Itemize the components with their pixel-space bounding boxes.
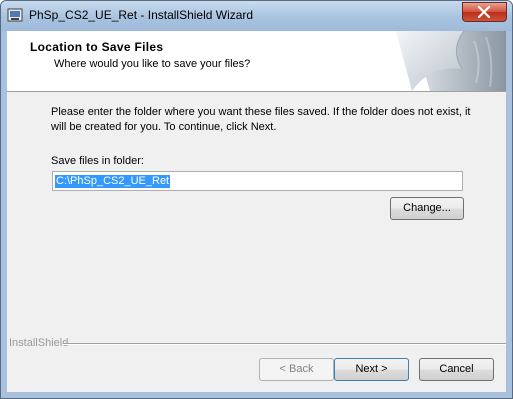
next-button[interactable]: Next > [334,358,409,381]
page-title: Location to Save Files [30,40,164,54]
save-folder-value: C:\PhSp_CS2_UE_Ret [55,175,171,188]
page-curl-graphic [396,31,506,91]
cancel-button[interactable]: Cancel [419,358,494,381]
installshield-brand-label: InstallShield [9,337,69,349]
save-folder-label: Save files in folder: [51,155,144,167]
page-subtitle: Where would you like to save your files? [54,58,251,70]
window-title: PhSp_CS2_UE_Ret - InstallShield Wizard [29,8,254,22]
installer-icon [7,8,23,22]
change-button[interactable]: Change... [390,197,464,220]
save-folder-field[interactable]: C:\PhSp_CS2_UE_Ret [52,171,463,191]
close-button[interactable] [462,2,507,22]
instructions-text: Please enter the folder where you want t… [51,106,471,133]
close-icon [477,6,491,18]
installshield-window: PhSp_CS2_UE_Ret - InstallShield Wizard L… [0,0,513,399]
footer-divider [63,343,506,345]
title-bar[interactable]: PhSp_CS2_UE_Ret - InstallShield Wizard [1,1,512,31]
wizard-header: Location to Save Files Where would you l… [7,31,506,92]
wizard-client-area: Location to Save Files Where would you l… [7,31,506,392]
back-button[interactable]: < Back [259,358,334,381]
